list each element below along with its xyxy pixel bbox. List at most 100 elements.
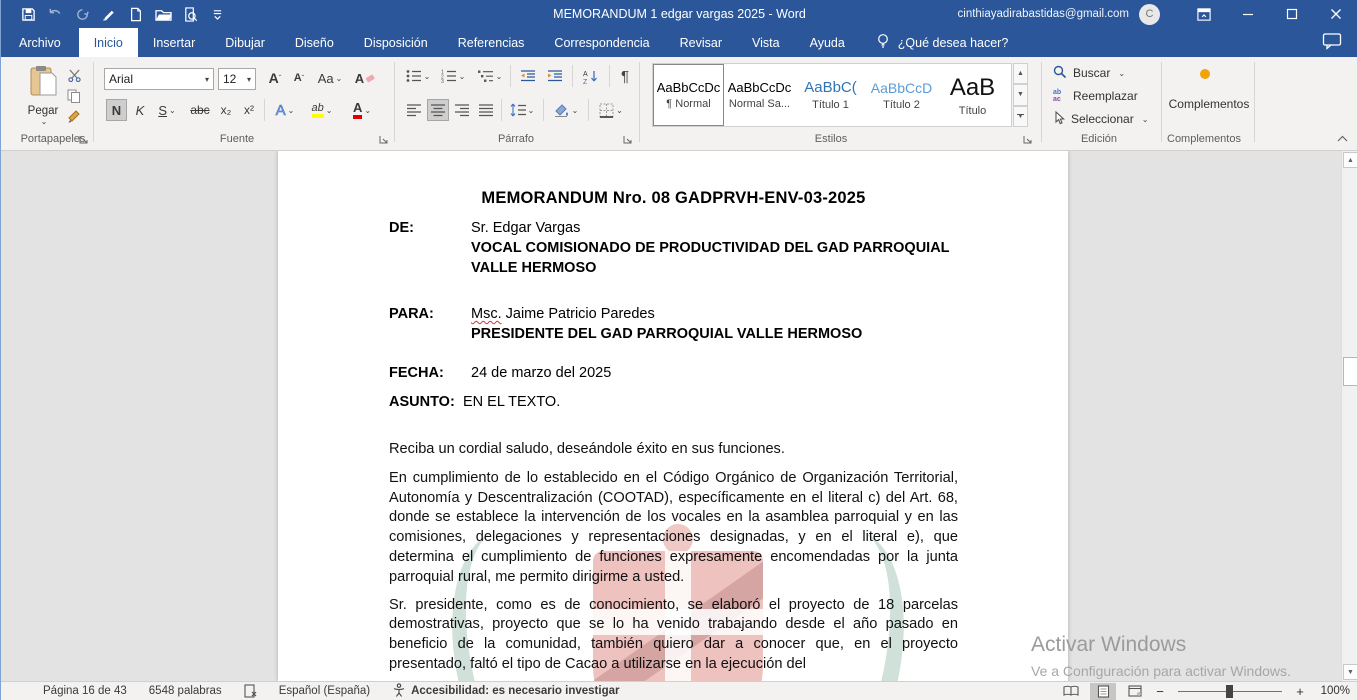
document-content[interactable]: MEMORANDUM Nro. 08 GADPRVH-ENV-03-2025 D… (278, 151, 1068, 675)
close-button[interactable] (1314, 0, 1357, 28)
borders-button[interactable]: ⌄ (592, 99, 630, 121)
select-button[interactable]: Seleccionar⌄ (1053, 110, 1148, 128)
style-normal[interactable]: AaBbCcDc ¶ Normal (653, 64, 724, 126)
tab-correspondencia[interactable]: Correspondencia (539, 28, 664, 57)
save-icon[interactable] (19, 5, 37, 23)
change-case-button[interactable]: Aa⌄ (314, 67, 346, 89)
scroll-up-icon[interactable]: ▲ (1343, 152, 1357, 168)
tab-insertar[interactable]: Insertar (138, 28, 210, 57)
account-avatar[interactable]: C (1139, 4, 1160, 25)
format-painter-icon[interactable] (63, 108, 85, 126)
document-page[interactable]: MEMORANDUM Nro. 08 GADPRVH-ENV-03-2025 D… (278, 151, 1068, 681)
comments-icon[interactable] (1322, 32, 1342, 55)
styles-dialog-launcher-icon[interactable] (1023, 135, 1035, 147)
field-de: DE: Sr. Edgar Vargas VOCAL COMISIONADO D… (389, 218, 958, 278)
font-name-combobox[interactable]: Arial▾ (104, 68, 214, 90)
open-folder-icon[interactable] (154, 5, 172, 23)
ribbon-display-options-icon[interactable] (1182, 0, 1226, 28)
clipboard-dialog-launcher-icon[interactable] (79, 135, 91, 147)
bullets-button[interactable]: ⌄ (403, 65, 433, 87)
addins-icon[interactable] (1200, 69, 1210, 79)
bold-button[interactable]: N (106, 99, 127, 121)
collapse-ribbon-icon[interactable] (1333, 131, 1351, 145)
undo-icon[interactable] (46, 5, 64, 23)
tab-dibujar[interactable]: Dibujar (210, 28, 280, 57)
tab-diseno[interactable]: Diseño (280, 28, 349, 57)
text-highlight-button[interactable]: ab⌄ (304, 99, 340, 121)
align-left-icon[interactable] (403, 99, 425, 121)
text-effects-button[interactable]: A⌄ (269, 99, 301, 121)
style-sin-espaciado[interactable]: AaBbCcDc Normal Sa... (724, 64, 795, 126)
cut-icon[interactable] (63, 66, 85, 84)
accessibility-status[interactable]: Accesibilidad: es necesario investigar (392, 683, 619, 700)
page-indicator[interactable]: Página 16 de 43 (43, 685, 127, 697)
minimize-button[interactable] (1226, 0, 1270, 28)
group-label-font: Fuente (177, 133, 297, 145)
show-marks-button[interactable]: ¶ (613, 65, 637, 87)
word-count[interactable]: 6548 palabras (149, 685, 222, 697)
zoom-slider[interactable] (1178, 691, 1282, 692)
font-dialog-launcher-icon[interactable] (379, 135, 391, 147)
copy-icon[interactable] (63, 87, 85, 105)
underline-button[interactable]: S⌄ (152, 99, 182, 121)
style-titulo-2[interactable]: AaBbCcD Título 2 (866, 64, 937, 126)
superscript-button[interactable]: x² (238, 99, 260, 121)
account-email[interactable]: cinthiayadirabastidas@gmail.com (958, 8, 1129, 20)
styles-gallery-more-icon[interactable]: ▼ (1013, 106, 1028, 127)
addins-button[interactable]: Complementos (1164, 97, 1254, 111)
align-right-icon[interactable] (451, 99, 473, 121)
maximize-button[interactable] (1270, 0, 1314, 28)
increase-indent-icon[interactable] (542, 65, 568, 87)
customize-qat-icon[interactable] (208, 5, 226, 23)
grow-font-button[interactable]: Aˆ (263, 67, 287, 89)
justify-icon[interactable] (475, 99, 497, 121)
tab-archivo[interactable]: Archivo (1, 28, 79, 57)
clear-formatting-button[interactable]: A (353, 67, 377, 89)
print-layout-icon[interactable] (1090, 683, 1116, 700)
redo-icon[interactable] (73, 5, 91, 23)
tell-me-box[interactable]: ¿Qué desea hacer? (860, 28, 1009, 57)
zoom-level[interactable]: 100% (1312, 685, 1350, 697)
strikethrough-button[interactable]: abc (186, 99, 214, 121)
zoom-in-button[interactable]: + (1294, 684, 1306, 699)
line-spacing-button[interactable]: ⌄ (505, 99, 539, 121)
italic-button[interactable]: K (130, 99, 150, 121)
tab-revisar[interactable]: Revisar (665, 28, 737, 57)
vertical-scrollbar[interactable]: ▲ ▼ (1341, 151, 1357, 681)
styles-scroll-up-icon[interactable]: ▲ (1013, 63, 1028, 84)
find-button[interactable]: Buscar⌄ (1053, 64, 1125, 82)
decrease-indent-icon[interactable] (515, 65, 541, 87)
sort-icon[interactable]: AZ (577, 65, 605, 87)
language-indicator[interactable]: Español (España) (279, 685, 370, 697)
align-center-icon[interactable] (427, 99, 449, 121)
proofing-errors-icon[interactable] (244, 684, 257, 698)
web-layout-icon[interactable] (1122, 683, 1148, 700)
print-preview-icon[interactable] (181, 5, 199, 23)
numbering-button[interactable]: 123⌄ (437, 65, 469, 87)
tab-inicio[interactable]: Inicio (79, 28, 138, 57)
scrollbar-thumb[interactable] (1343, 357, 1357, 386)
paragraph-dialog-launcher-icon[interactable] (623, 135, 635, 147)
zoom-slider-thumb[interactable] (1226, 685, 1233, 698)
style-titulo[interactable]: AaB Título (937, 64, 1008, 126)
tab-referencias[interactable]: Referencias (443, 28, 540, 57)
ink-editor-icon[interactable] (100, 5, 118, 23)
tab-vista[interactable]: Vista (737, 28, 795, 57)
subscript-button[interactable]: x₂ (215, 99, 237, 121)
new-document-icon[interactable] (127, 5, 145, 23)
font-size-combobox[interactable]: 12▾ (218, 68, 256, 90)
shrink-font-button[interactable]: Aˇ (288, 67, 310, 89)
find-label: Buscar (1073, 66, 1110, 80)
paste-button[interactable]: Pegar ⌄ (21, 65, 65, 131)
tab-ayuda[interactable]: Ayuda (795, 28, 860, 57)
zoom-out-button[interactable]: − (1154, 684, 1166, 699)
replace-button[interactable]: abac Reemplazar (1053, 87, 1138, 105)
tab-disposicion[interactable]: Disposición (349, 28, 443, 57)
scroll-down-icon[interactable]: ▼ (1343, 664, 1357, 680)
shading-button[interactable]: ⌄ (548, 99, 584, 121)
font-color-button[interactable]: A⌄ (345, 99, 379, 121)
read-mode-icon[interactable] (1058, 683, 1084, 700)
multilevel-list-button[interactable]: ⌄ (473, 65, 507, 87)
style-titulo-1[interactable]: AaBbC( Título 1 (795, 64, 866, 126)
styles-scroll-down-icon[interactable]: ▼ (1013, 84, 1028, 105)
